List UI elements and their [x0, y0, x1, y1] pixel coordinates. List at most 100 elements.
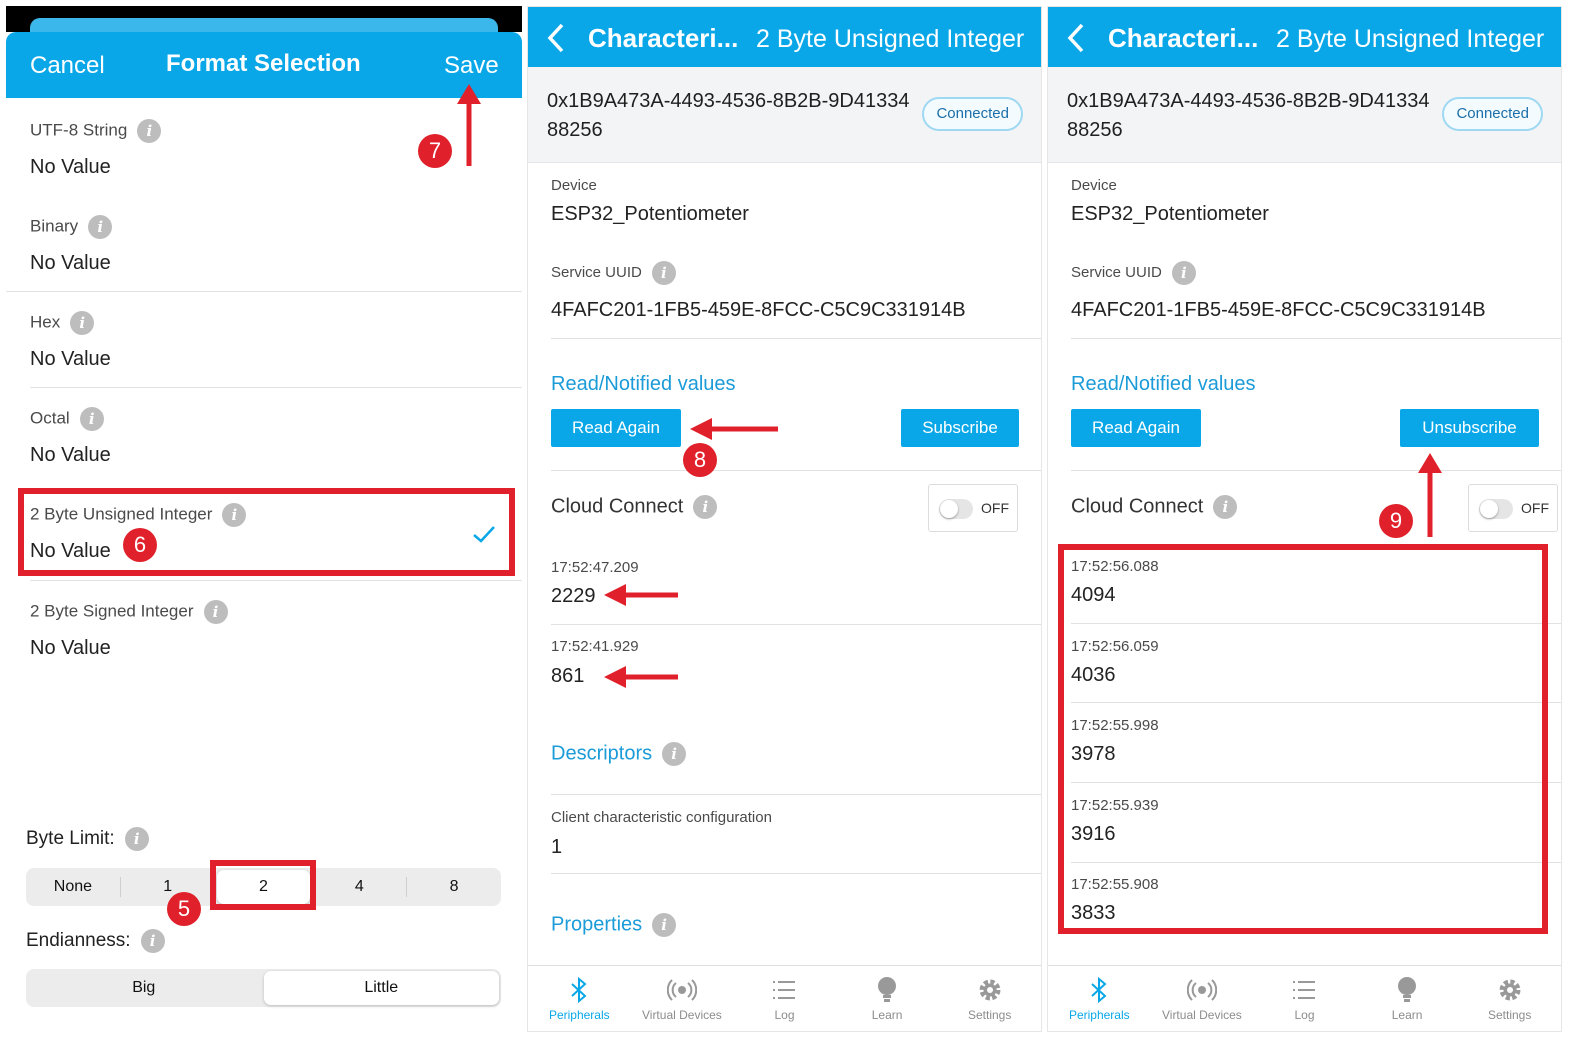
unsubscribe-button[interactable]: Unsubscribe	[1400, 409, 1539, 447]
step-marker-6: 6	[123, 528, 157, 562]
endianness-little[interactable]: Little	[263, 971, 499, 1005]
nav-title: Characteri...	[588, 23, 739, 53]
step-marker-8: 8	[683, 443, 717, 477]
tab-virtual-devices[interactable]: Virtual Devices	[631, 966, 734, 1031]
broadcast-icon	[1186, 979, 1217, 1001]
info-icon[interactable]: i	[88, 215, 113, 239]
tab-learn[interactable]: Learn	[1356, 966, 1459, 1031]
value-timestamp: 17:52:47.209	[551, 559, 639, 576]
back-chevron-icon[interactable]	[542, 21, 572, 55]
divider	[551, 873, 1041, 874]
byte-limit-4[interactable]: 4	[312, 868, 406, 906]
format-value: No Value	[30, 637, 111, 659]
bluetooth-icon	[571, 977, 587, 1003]
arrow-up-to-unsubscribe	[1418, 453, 1442, 537]
service-uuid-value: 4FAFC201-1FB5-459E-8FCC-C5C9C331914B	[551, 299, 966, 321]
service-uuid-label: Service UUID	[551, 263, 642, 281]
divider	[551, 338, 1041, 339]
characteristic-header: 0x1B9A473A-4493-4536-8B2B-9D4133488256 C…	[1048, 67, 1561, 163]
divider	[30, 580, 522, 581]
info-icon[interactable]: i	[70, 311, 95, 335]
info-icon[interactable]: i	[693, 495, 718, 519]
byte-limit-1[interactable]: 1	[121, 868, 215, 906]
service-uuid-value: 4FAFC201-1FB5-459E-8FCC-C5C9C331914B	[1071, 299, 1486, 321]
byte-limit-label: Byte Limit:	[26, 828, 115, 850]
divider	[30, 387, 522, 388]
tab-learn[interactable]: Learn	[836, 966, 939, 1031]
nav-header: Characteri... 2 Byte Unsigned Integer	[528, 7, 1041, 67]
tab-label: Log	[1294, 1008, 1315, 1022]
nav-header: Characteri... 2 Byte Unsigned Integer	[1048, 7, 1561, 67]
arrow-left-to-value-861	[604, 666, 678, 688]
step-marker-7: 7	[418, 134, 452, 168]
cancel-button[interactable]: Cancel	[30, 52, 105, 80]
format-label: Hex	[30, 312, 61, 332]
format-value: No Value	[30, 156, 111, 178]
info-icon[interactable]: i	[662, 742, 687, 766]
arrow-up-to-save	[457, 84, 481, 166]
nav-subtitle: 2 Byte Unsigned Integer	[1276, 25, 1545, 53]
step-marker-5: 5	[167, 892, 201, 926]
toggle-state: OFF	[1521, 500, 1549, 516]
back-chevron-icon[interactable]	[1062, 21, 1092, 55]
tab-settings[interactable]: Settings	[1458, 966, 1561, 1031]
highlight-box-notified-values	[1058, 544, 1548, 934]
characteristic-panel-read: Characteri... 2 Byte Unsigned Integer 0x…	[527, 6, 1042, 1032]
format-value: No Value	[30, 444, 111, 466]
read-again-button[interactable]: Read Again	[551, 409, 681, 447]
info-icon[interactable]: i	[652, 913, 677, 937]
format-label: Binary	[30, 216, 79, 236]
cloud-connect-toggle[interactable]: OFF	[1468, 484, 1558, 532]
info-icon[interactable]: i	[651, 261, 676, 285]
tab-virtual-devices[interactable]: Virtual Devices	[1151, 966, 1254, 1031]
arrow-left-to-read-again	[690, 418, 778, 440]
divider	[1071, 470, 1561, 471]
descriptors-title: Descriptors	[551, 742, 653, 765]
info-icon[interactable]: i	[140, 929, 165, 953]
tab-peripherals[interactable]: Peripherals	[528, 966, 631, 1031]
subscribe-button[interactable]: Subscribe	[901, 409, 1019, 447]
divider	[551, 470, 1041, 471]
divider	[6, 291, 522, 292]
tab-settings[interactable]: Settings	[938, 966, 1041, 1031]
tab-label: Virtual Devices	[1161, 1008, 1242, 1022]
properties-title: Properties	[551, 913, 643, 936]
value-reading: 861	[551, 665, 585, 687]
save-button[interactable]: Save	[444, 52, 499, 80]
tab-label: Learn	[871, 1008, 903, 1022]
endianness-big[interactable]: Big	[26, 969, 262, 1007]
bluetooth-icon	[1091, 977, 1107, 1003]
tab-label: Peripherals	[548, 1008, 610, 1022]
info-icon[interactable]: i	[1213, 495, 1238, 519]
info-icon[interactable]: i	[137, 119, 162, 143]
divider	[551, 624, 1041, 625]
info-icon[interactable]: i	[79, 407, 104, 431]
endianness-label: Endianness:	[26, 930, 131, 952]
value-timestamp: 17:52:41.929	[551, 638, 639, 655]
read-notified-title: Read/Notified values	[551, 373, 736, 395]
nav-title: Characteri...	[1108, 23, 1259, 53]
info-icon[interactable]: i	[203, 600, 228, 624]
toggle-track	[1479, 499, 1513, 519]
tab-label: Peripherals	[1068, 1008, 1130, 1022]
tab-log[interactable]: Log	[1253, 966, 1356, 1031]
tab-bar: Peripherals Virtual Devices Log Learn Se…	[528, 965, 1041, 1031]
cloud-connect-toggle[interactable]: OFF	[928, 484, 1018, 532]
service-uuid-label: Service UUID	[1071, 263, 1162, 281]
device-value: ESP32_Potentiometer	[551, 203, 749, 225]
tab-log[interactable]: Log	[733, 966, 836, 1031]
byte-limit-none[interactable]: None	[26, 868, 120, 906]
read-again-button[interactable]: Read Again	[1071, 409, 1201, 447]
step-marker-9: 9	[1379, 504, 1413, 538]
list-icon	[1293, 981, 1316, 999]
info-icon[interactable]: i	[124, 827, 149, 851]
format-value: No Value	[30, 252, 111, 274]
byte-limit-8[interactable]: 8	[407, 868, 501, 906]
gear-icon	[979, 979, 1001, 1001]
connection-status-badge: Connected	[922, 97, 1023, 131]
arrow-left-to-value-2229	[604, 584, 678, 606]
format-label: Octal	[30, 408, 70, 428]
info-icon[interactable]: i	[1171, 261, 1196, 285]
format-value: No Value	[30, 348, 111, 370]
tab-peripherals[interactable]: Peripherals	[1048, 966, 1151, 1031]
